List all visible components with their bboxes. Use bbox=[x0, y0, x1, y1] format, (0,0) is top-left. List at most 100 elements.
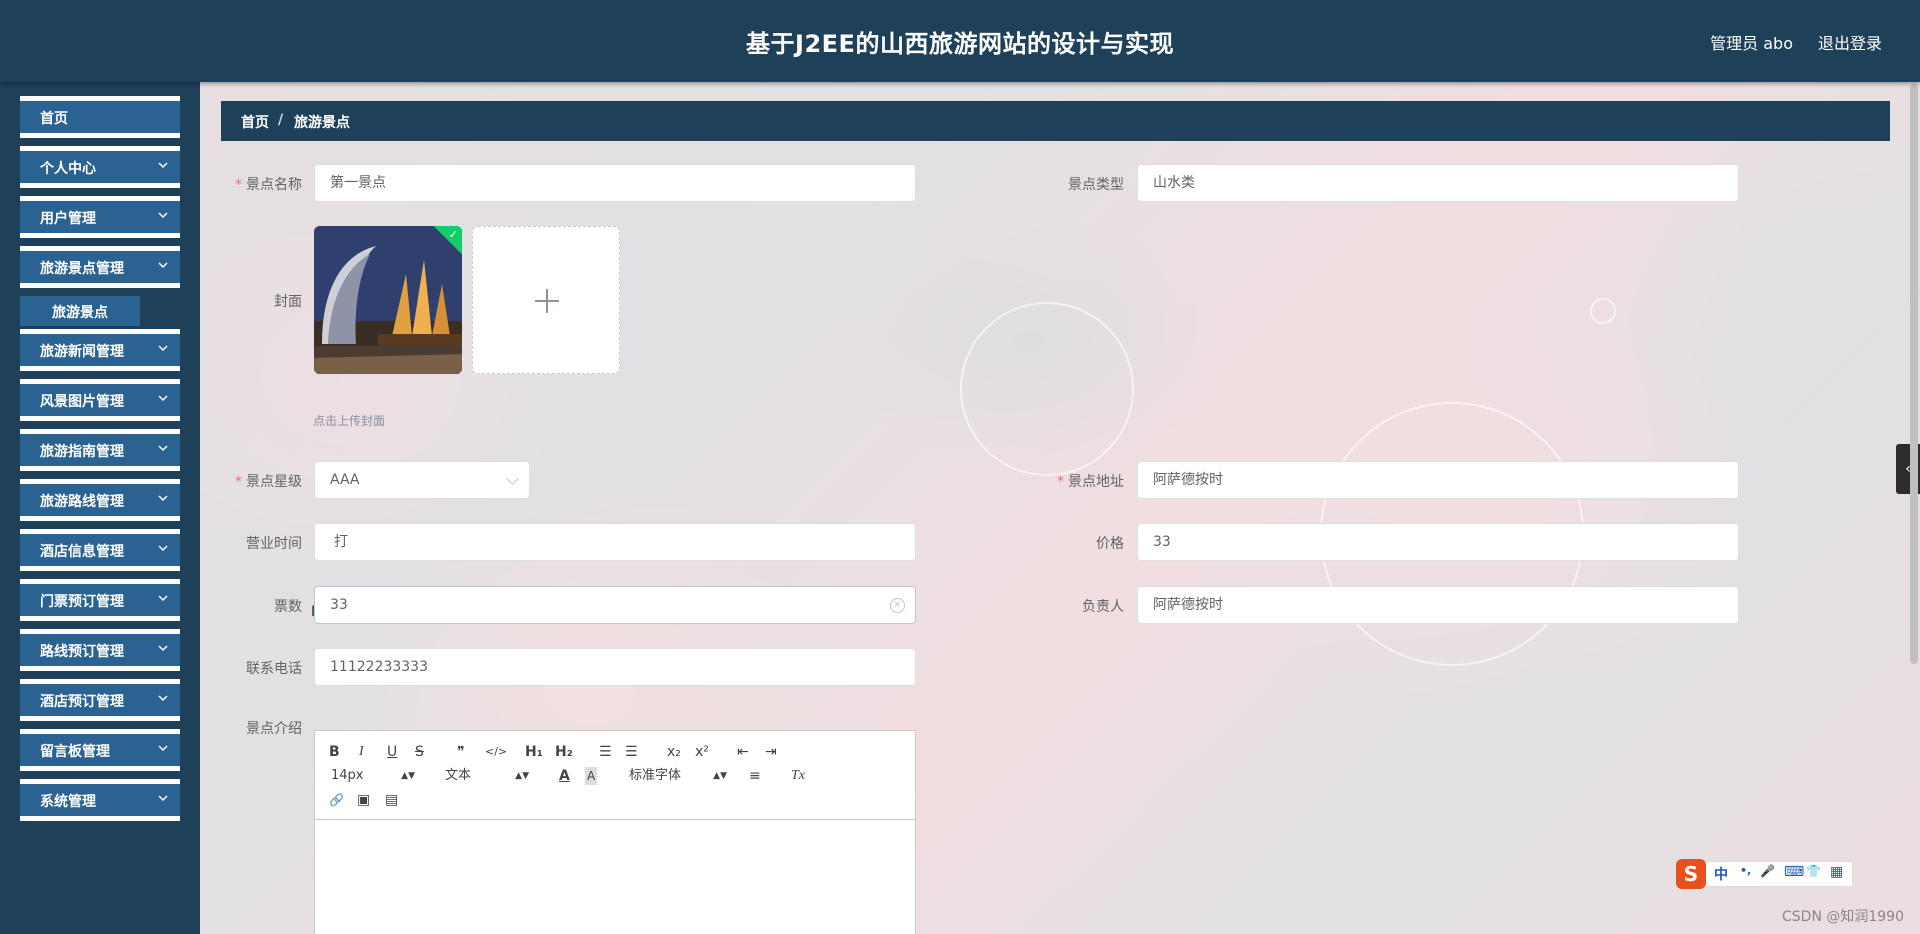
chevron-down-icon bbox=[156, 492, 170, 506]
sidebar-item[interactable]: 旅游指南管理 bbox=[20, 429, 180, 471]
rating-label: * 景点星级 bbox=[212, 471, 302, 491]
video-icon[interactable]: ▤ bbox=[385, 791, 398, 809]
editor-content-area[interactable] bbox=[315, 820, 915, 934]
sidebar-item[interactable]: 用户管理 bbox=[20, 196, 180, 238]
font-color-button[interactable]: A bbox=[559, 767, 570, 785]
sidebar-item-label: 系统管理 bbox=[40, 794, 96, 810]
underline-button[interactable]: U bbox=[387, 743, 397, 761]
sidebar-item[interactable]: 风景图片管理 bbox=[20, 379, 180, 421]
cover-image bbox=[314, 226, 462, 374]
chevron-updown-icon: ▲▼ bbox=[401, 771, 415, 781]
chevron-down-icon bbox=[156, 209, 170, 223]
price-label: 价格 bbox=[1096, 536, 1124, 552]
clear-format-button[interactable]: Tx bbox=[791, 767, 805, 785]
subscript-button[interactable]: x₂ bbox=[667, 743, 681, 761]
blockquote-button[interactable]: ❞ bbox=[457, 743, 465, 761]
chevron-down-icon bbox=[156, 642, 170, 656]
scrollbar-thumb[interactable] bbox=[1910, 84, 1918, 664]
sidebar-item-label: 旅游新闻管理 bbox=[40, 344, 124, 360]
sidebar-item-label: 首页 bbox=[40, 111, 68, 127]
heading2-button[interactable]: H₂ bbox=[555, 743, 573, 761]
type-label: 景点类型 bbox=[1068, 177, 1124, 193]
sidebar-item[interactable]: 旅游路线管理 bbox=[20, 479, 180, 521]
bullet-list-button[interactable]: ☰ bbox=[625, 743, 638, 761]
chevron-down-icon bbox=[156, 542, 170, 556]
hours-input[interactable]: 打 bbox=[314, 523, 916, 561]
rating-value: AAA bbox=[330, 472, 360, 488]
required-mark: * bbox=[235, 474, 242, 490]
chevron-updown-icon: ▲▼ bbox=[515, 771, 529, 781]
cover-upload-hint: 点击上传封面 bbox=[313, 414, 386, 428]
address-input[interactable]: 阿萨德按时 bbox=[1137, 461, 1739, 499]
hours-label: 营业时间 bbox=[246, 536, 302, 552]
sidebar-subitem[interactable]: 旅游景点 bbox=[20, 296, 140, 326]
chevron-down-icon bbox=[156, 159, 170, 173]
bold-button[interactable]: B bbox=[329, 743, 340, 761]
font-size-select[interactable]: 14px ▲▼ bbox=[331, 767, 415, 785]
code-block-button[interactable]: </> bbox=[485, 743, 507, 761]
heading1-button[interactable]: H₁ bbox=[525, 743, 543, 761]
align-button[interactable]: ≡ bbox=[749, 767, 761, 785]
toolbox-icon[interactable]: ▦ bbox=[1830, 864, 1843, 880]
current-user: 管理员 abo bbox=[1710, 34, 1793, 53]
price-input[interactable]: 33 bbox=[1137, 523, 1739, 561]
font-family-select[interactable]: 标准字体 ▲▼ bbox=[629, 767, 727, 785]
chevron-updown-icon: ▲▼ bbox=[713, 771, 727, 781]
block-format-select[interactable]: 文本 ▲▼ bbox=[445, 767, 529, 785]
name-input[interactable]: 第一景点 bbox=[314, 164, 916, 202]
sidebar-item-label: 旅游路线管理 bbox=[40, 494, 124, 510]
sidebar-item[interactable]: 个人中心 bbox=[20, 146, 180, 188]
sidebar-item-label: 酒店预订管理 bbox=[40, 694, 124, 710]
indent-button[interactable]: ⇥ bbox=[765, 743, 777, 761]
keyboard-icon[interactable]: ⌨ bbox=[1784, 864, 1804, 880]
italic-button[interactable]: I bbox=[359, 743, 364, 761]
font-family-value: 标准字体 bbox=[629, 768, 682, 783]
skin-icon[interactable]: 👕 bbox=[1806, 864, 1821, 878]
sidebar-item-label: 旅游指南管理 bbox=[40, 444, 124, 460]
site-title: 基于J2EE的山西旅游网站的设计与实现 bbox=[746, 30, 1174, 58]
sidebar-item[interactable]: 首页 bbox=[20, 96, 180, 138]
outdent-button[interactable]: ⇤ bbox=[737, 743, 749, 761]
intro-label: 景点介绍 bbox=[246, 721, 302, 737]
sidebar-item[interactable]: 路线预订管理 bbox=[20, 629, 180, 671]
address-label: * 景点地址 bbox=[1034, 471, 1124, 491]
logout-link[interactable]: 退出登录 bbox=[1818, 30, 1882, 54]
cover-upload-button[interactable] bbox=[472, 226, 620, 374]
background-color-button[interactable]: A bbox=[585, 767, 598, 785]
microphone-icon[interactable]: 🎤 bbox=[1760, 864, 1775, 878]
type-input[interactable]: 山水类 bbox=[1137, 164, 1739, 202]
cover-thumbnail[interactable]: ✓ bbox=[314, 226, 462, 374]
superscript-button[interactable]: x² bbox=[695, 743, 709, 761]
ime-lang-toggle[interactable]: 中 bbox=[1714, 864, 1728, 884]
sidebar-item[interactable]: 旅游新闻管理 bbox=[20, 329, 180, 371]
ordered-list-button[interactable]: ☰ bbox=[599, 743, 612, 761]
sogou-logo-icon[interactable]: S bbox=[1676, 859, 1706, 889]
sidebar-item[interactable]: 酒店信息管理 bbox=[20, 529, 180, 571]
rating-select[interactable]: AAA bbox=[314, 461, 530, 499]
manager-label: 负责人 bbox=[1082, 599, 1124, 615]
chevron-down-icon bbox=[156, 392, 170, 406]
phone-input[interactable]: 11122233333 bbox=[314, 648, 916, 686]
rating-label-text: 景点星级 bbox=[246, 474, 302, 490]
chevron-down-icon bbox=[156, 792, 170, 806]
ime-punct-icon[interactable]: •, bbox=[1740, 864, 1751, 877]
sidebar-item[interactable]: 留言板管理 bbox=[20, 729, 180, 771]
address-label-text: 景点地址 bbox=[1068, 474, 1124, 490]
sidebar-item-label: 路线预订管理 bbox=[40, 644, 124, 660]
tickets-input[interactable]: 33 × bbox=[314, 586, 916, 624]
chevron-down-icon bbox=[156, 342, 170, 356]
link-icon[interactable]: 🔗 bbox=[329, 791, 344, 809]
breadcrumb-home[interactable]: 首页 bbox=[241, 112, 269, 132]
watermark: CSDN @知润1990 bbox=[1782, 909, 1904, 925]
image-icon[interactable]: ▣ bbox=[357, 791, 370, 809]
sidebar-item[interactable]: 门票预订管理 bbox=[20, 579, 180, 621]
manager-input[interactable]: 阿萨德按时 bbox=[1137, 586, 1739, 624]
sidebar-item[interactable]: 旅游景点管理 bbox=[20, 246, 180, 288]
hours-value: 打 bbox=[334, 534, 348, 550]
breadcrumb: 首页 / 旅游景点 bbox=[221, 101, 1890, 141]
clear-icon[interactable]: × bbox=[890, 598, 905, 613]
sidebar-item[interactable]: 系统管理 bbox=[20, 779, 180, 821]
sidebar-item-label: 旅游景点管理 bbox=[40, 261, 124, 277]
sidebar-item[interactable]: 酒店预订管理 bbox=[20, 679, 180, 721]
strike-button[interactable]: S bbox=[415, 743, 424, 761]
